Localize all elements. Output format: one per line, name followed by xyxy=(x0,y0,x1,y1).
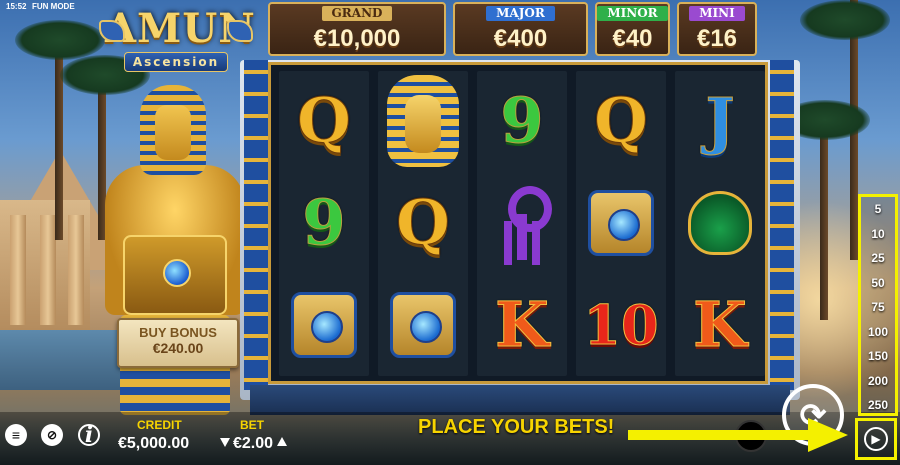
logo-subtitle: Ascension xyxy=(123,52,229,72)
frame-pillar-left xyxy=(244,60,268,390)
autoplay-button[interactable]: ▶ xyxy=(855,418,897,460)
autoplay-option[interactable]: 5 xyxy=(861,197,895,222)
autoplay-option[interactable]: 200 xyxy=(861,369,895,394)
reel-grid: Q 9 Q 9 K Q 10 J K xyxy=(268,62,768,384)
bet-label: BET xyxy=(240,418,264,432)
jackpot-major-label: MAJOR xyxy=(486,6,555,21)
autoplay-option[interactable]: 100 xyxy=(861,320,895,345)
reel-2: Q xyxy=(378,71,468,376)
symbol-q: Q xyxy=(296,84,351,157)
frame-pillar-right xyxy=(770,60,794,390)
palm-leaves xyxy=(15,20,105,60)
status-message: PLACE YOUR BETS! xyxy=(418,416,615,438)
buy-bonus-price: €240.00 xyxy=(152,340,204,356)
autoplay-icon: ▶ xyxy=(864,427,888,451)
jackpot-major: MAJOR €400 xyxy=(453,2,588,56)
menu-icon[interactable]: ≡ xyxy=(5,424,27,446)
bet-increase-button[interactable] xyxy=(277,437,287,446)
symbol-j: J xyxy=(705,84,735,157)
symbol-q: Q xyxy=(395,186,450,259)
jackpot-minor-value: €40 xyxy=(612,25,653,52)
mode-label: FUN MODE xyxy=(32,2,75,11)
autoplay-option[interactable]: 25 xyxy=(861,246,895,271)
sound-off-icon[interactable]: ⊘ xyxy=(41,424,63,446)
jackpot-mini-label: MINI xyxy=(689,6,745,21)
jackpot-grand: GRAND €10,000 xyxy=(268,2,446,56)
autoplay-options: 5 10 25 50 75 100 150 200 250 xyxy=(858,194,898,416)
jackpot-mini: MINI €16 xyxy=(677,2,757,56)
bet-value: €2.00 xyxy=(233,435,274,452)
jackpot-grand-value: €10,000 xyxy=(313,25,401,52)
bet-decrease-button[interactable] xyxy=(220,438,230,447)
temple-column xyxy=(40,215,56,325)
clock: 15:52 xyxy=(6,2,27,11)
pointer-arrow xyxy=(628,430,813,440)
autoplay-option[interactable]: 250 xyxy=(861,393,895,418)
symbol-eye-of-horus-icon xyxy=(378,277,468,373)
info-icon[interactable]: i xyxy=(78,422,100,448)
reel-3: 9 K xyxy=(477,71,567,376)
autoplay-option[interactable]: 50 xyxy=(861,271,895,296)
pointer-arrow-head xyxy=(808,418,848,452)
reel-5: J K xyxy=(675,71,765,376)
symbol-ankh-icon xyxy=(477,175,567,271)
temple-column xyxy=(68,215,84,325)
scarab-gem-icon xyxy=(163,259,191,287)
symbol-pharaoh-mask-icon xyxy=(378,73,468,169)
treasure-chest xyxy=(123,235,227,315)
symbol-q: Q xyxy=(593,84,648,157)
reel-1: Q 9 xyxy=(279,71,369,376)
jackpot-bar: GRAND €10,000 MAJOR €400 MINOR €40 MINI … xyxy=(268,2,798,58)
symbol-eye-of-horus-icon xyxy=(279,277,369,373)
symbol-k: K xyxy=(693,288,748,361)
reel-4: Q 10 xyxy=(576,71,666,376)
logo-title: AMUN xyxy=(105,5,256,52)
jackpot-grand-label: GRAND xyxy=(321,6,393,21)
reel-floor xyxy=(250,385,790,415)
jackpot-minor: MINOR €40 xyxy=(595,2,670,56)
statue-face xyxy=(155,105,191,160)
symbol-10: 10 xyxy=(583,293,659,357)
symbol-9: 9 xyxy=(500,84,544,157)
buy-bonus-button[interactable]: BUY BONUS €240.00 xyxy=(117,318,239,368)
autoplay-option[interactable]: 75 xyxy=(861,295,895,320)
temple-column xyxy=(10,215,26,325)
palm-leaves xyxy=(800,0,890,40)
symbol-k: K xyxy=(495,288,550,361)
credit-value: €5,000.00 xyxy=(118,435,190,452)
jackpot-minor-label: MINOR xyxy=(597,6,668,21)
symbol-eye-of-horus-icon xyxy=(576,175,666,271)
palm-trunk xyxy=(820,120,828,320)
credit-label: CREDIT xyxy=(137,418,182,432)
buy-bonus-label: BUY BONUS xyxy=(139,325,217,340)
jackpot-major-value: €400 xyxy=(493,25,548,52)
symbol-scarab-icon xyxy=(675,175,765,271)
jackpot-mini-value: €16 xyxy=(696,25,738,52)
autoplay-option[interactable]: 150 xyxy=(861,344,895,369)
autoplay-option[interactable]: 10 xyxy=(861,222,895,247)
game-logo: AMUN Ascension xyxy=(99,5,256,80)
symbol-9: 9 xyxy=(302,186,346,259)
